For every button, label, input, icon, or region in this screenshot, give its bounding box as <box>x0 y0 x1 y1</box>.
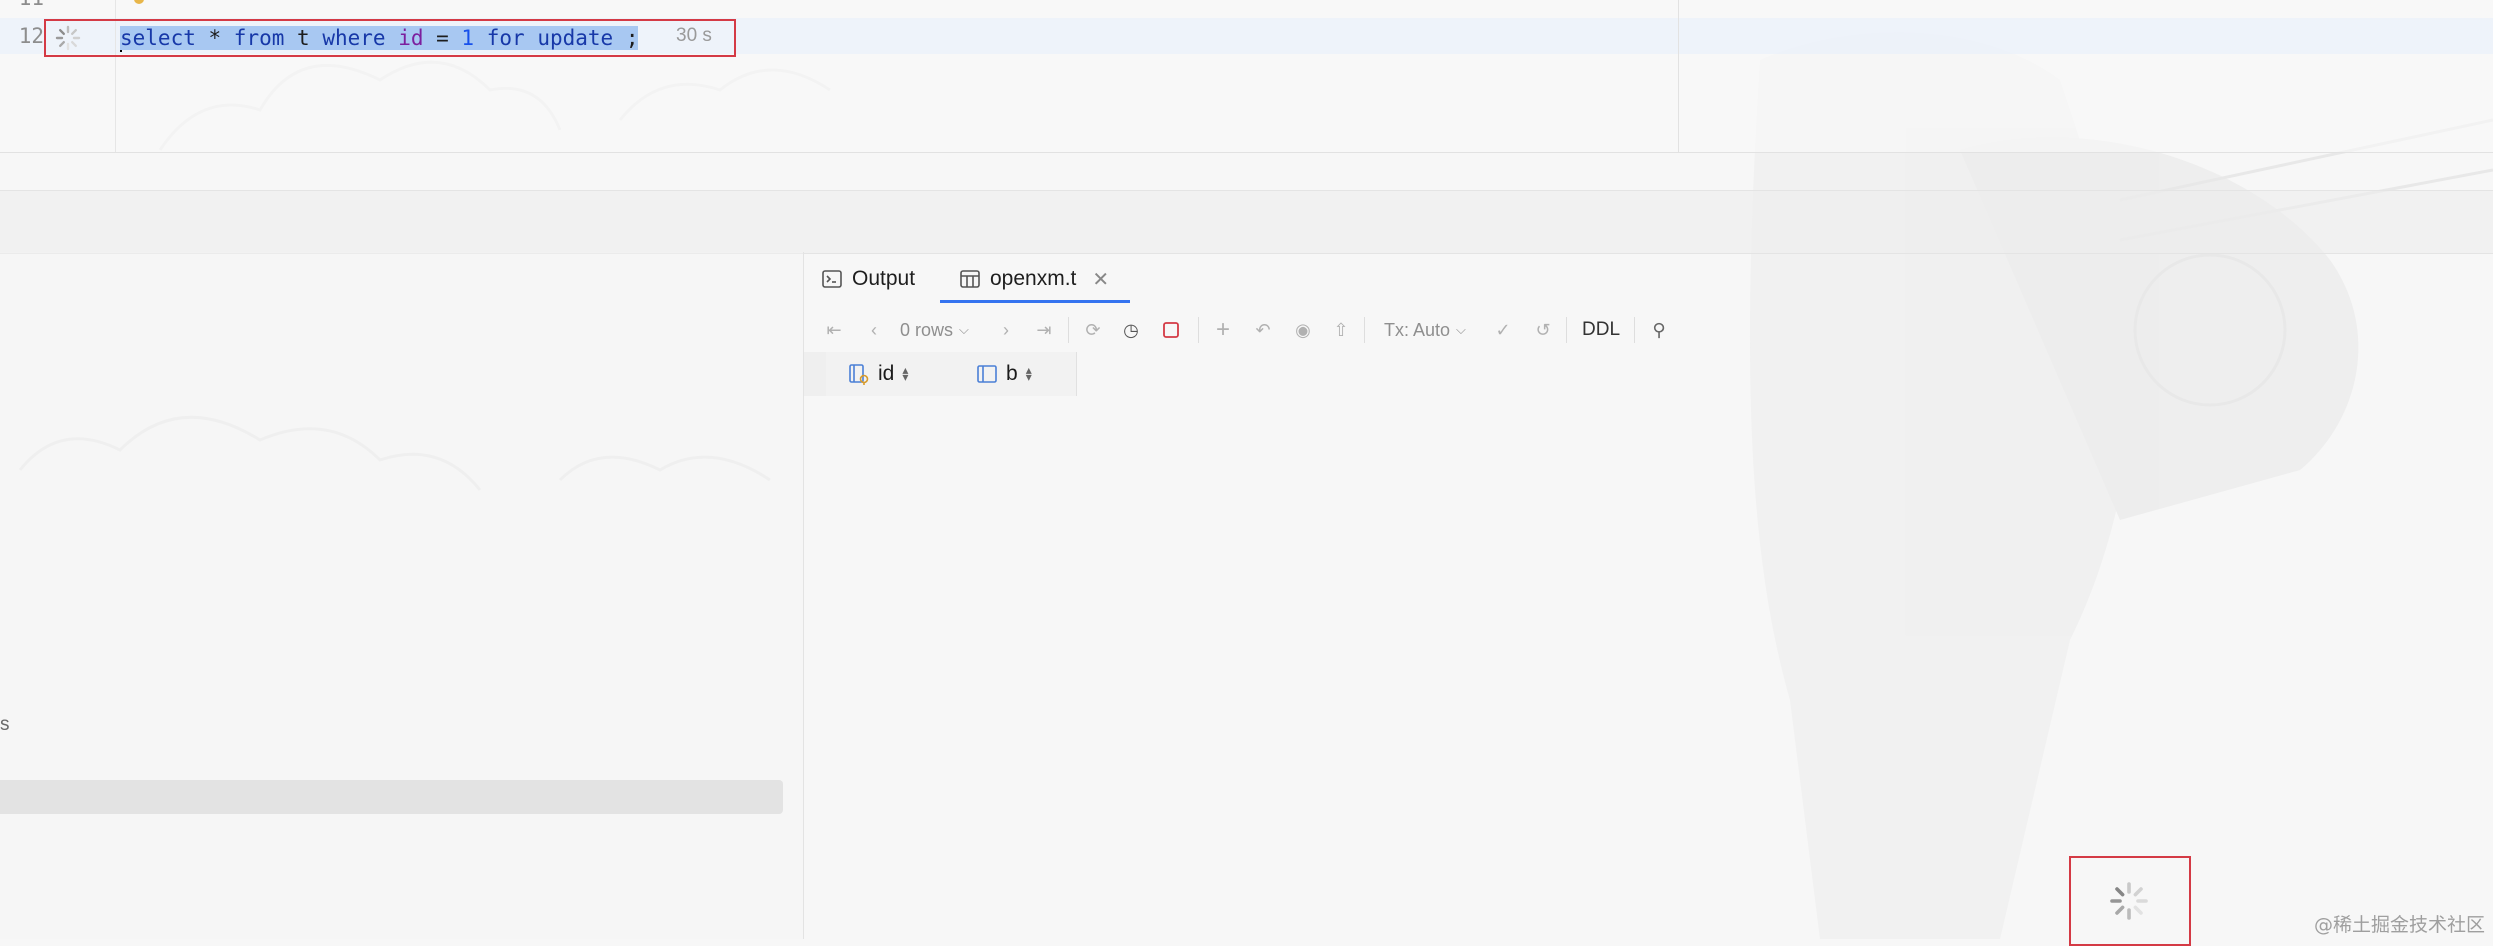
row-number-header <box>804 352 826 396</box>
loading-spinner-icon <box>2110 882 2148 920</box>
sort-icon[interactable]: ▴ ▾ <box>902 364 908 383</box>
sort-icon[interactable]: ▴ ▾ <box>1026 364 1032 383</box>
toolbar-separator <box>1068 317 1069 343</box>
commit-check-icon[interactable]: ✓ <box>1490 307 1516 353</box>
close-icon[interactable]: ✕ <box>1092 267 1109 292</box>
column-header-id[interactable]: id ▴ ▾ <box>826 352 955 396</box>
previous-page-icon[interactable]: ‹ <box>862 307 886 353</box>
toolbar-separator <box>1634 317 1635 343</box>
active-tab-indicator <box>940 300 1130 303</box>
services-panel: s <box>0 252 804 939</box>
column-icon <box>977 365 997 383</box>
transaction-mode-selector[interactable]: Tx: Auto ⌵ <box>1384 307 1466 353</box>
last-page-icon[interactable]: ⇥ <box>1032 307 1056 353</box>
tab-output-label: Output <box>852 267 916 290</box>
toolbar-separator <box>1566 317 1567 343</box>
tab-openxm-t-label: openxm.t <box>990 267 1077 290</box>
toolbar-separator <box>1198 317 1199 343</box>
history-clock-icon[interactable]: ◷ <box>1118 307 1144 353</box>
results-tabbar: Output openxm.t ✕ <box>804 252 2493 304</box>
toolbar-separator <box>1364 317 1365 343</box>
revert-icon[interactable]: ↶ <box>1250 307 1276 353</box>
right-margin-guide <box>1678 0 1679 152</box>
tab-openxm-t[interactable]: openxm.t ✕ <box>960 260 1109 298</box>
watermark: @稀土掘金技术社区 <box>2313 914 2485 936</box>
tab-output[interactable]: Output <box>822 260 915 298</box>
table-icon <box>960 270 980 288</box>
rows-count-label: 0 rows <box>900 319 954 340</box>
next-page-icon[interactable]: › <box>994 307 1018 353</box>
chevron-down-icon: ⌵ <box>959 322 969 337</box>
result-grid-header: id ▴ ▾ b ▴ ▾ <box>804 352 2493 396</box>
console-icon <box>822 270 842 288</box>
results-toolbar: ⇤ ‹ 0 rows ⌵ › ⇥ ⟳ ◷ + ↶ ◉ ⇧ Tx: Auto ⌵ ✓ … <box>804 307 2493 353</box>
sql-editor[interactable]: 11 12 select * from t where id = 1 for u… <box>0 0 2493 153</box>
pin-icon[interactable]: ⚲ <box>1646 307 1672 353</box>
selected-tree-row[interactable] <box>0 780 783 814</box>
preview-changes-icon[interactable]: ◉ <box>1290 307 1316 353</box>
rollback-icon[interactable]: ↺ <box>1530 307 1556 353</box>
submit-icon[interactable]: ⇧ <box>1328 307 1354 353</box>
tree-item-label[interactable]: s <box>0 714 10 736</box>
first-page-icon[interactable]: ⇤ <box>822 307 846 353</box>
intention-bulb-icon[interactable] <box>134 0 144 4</box>
results-panel: Output openxm.t ✕ ⇤ ‹ 0 rows ⌵ › ⇥ ⟳ ◷ + … <box>804 252 2493 939</box>
ddl-button[interactable]: DDL <box>1582 307 1620 353</box>
refresh-icon[interactable]: ⟳ <box>1080 307 1106 353</box>
column-name: b <box>1006 362 1018 385</box>
column-name: id <box>878 362 895 385</box>
transaction-mode-label: Tx: Auto <box>1384 319 1451 340</box>
add-row-icon[interactable]: + <box>1210 307 1236 353</box>
panel-divider[interactable] <box>0 190 2493 254</box>
column-header-b[interactable]: b ▴ ▾ <box>954 352 1077 396</box>
primary-key-column-icon <box>849 364 869 385</box>
rows-count-selector[interactable]: 0 rows ⌵ <box>900 307 969 353</box>
chevron-down-icon: ⌵ <box>1456 322 1466 337</box>
stop-icon[interactable] <box>1158 307 1184 353</box>
line-number: 11 <box>0 0 44 10</box>
line-number: 12 <box>18 24 44 48</box>
annotation-box-query <box>44 19 736 57</box>
